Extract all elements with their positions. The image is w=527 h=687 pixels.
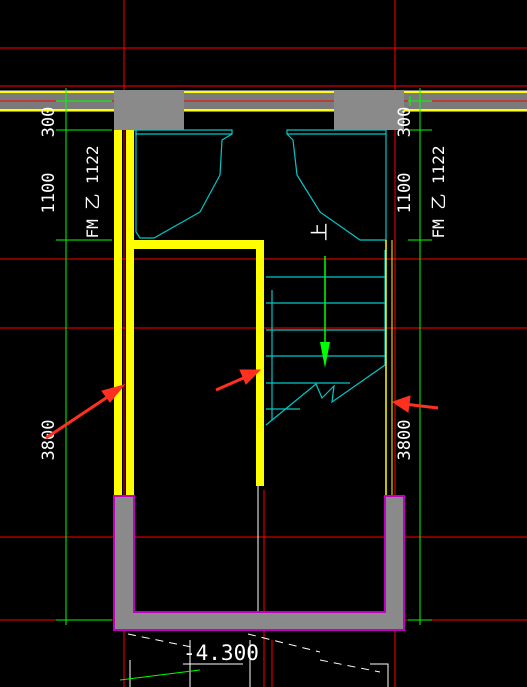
stair-direction-label: 上 xyxy=(310,223,331,241)
pillar-left xyxy=(114,90,184,130)
dim-right-top: 300 xyxy=(395,107,415,138)
bottom-wall xyxy=(113,495,405,631)
red-pointer-arrow-icon xyxy=(215,369,262,392)
dim-left-mid: 1100 xyxy=(39,173,59,214)
elevation-label: -4.300 xyxy=(183,641,259,665)
door-label-left: FM 乙 1122 xyxy=(83,145,102,238)
door-swing-right xyxy=(286,129,387,241)
cad-drawing: 300 1100 3800 300 1100 3800 FM 乙 1122 FM… xyxy=(0,0,527,687)
wall-left-inner xyxy=(126,130,134,496)
dim-right-bottom: 3800 xyxy=(395,420,415,461)
door-swing-left xyxy=(134,129,233,239)
door-label-right: FM 乙 1122 xyxy=(429,145,448,238)
red-pointer-arrow-icon xyxy=(391,395,439,413)
wall-center xyxy=(256,240,264,486)
red-pointer-arrow-icon xyxy=(45,384,126,440)
pillar-right xyxy=(334,90,404,130)
elevation-marker: -4.300 xyxy=(183,641,259,665)
dim-left-top: 300 xyxy=(39,107,59,138)
wall-landing-top xyxy=(126,240,264,249)
dim-left-bottom: 3800 xyxy=(39,420,59,461)
wall-left-outer xyxy=(114,130,122,496)
arrow-up-icon xyxy=(320,256,330,368)
dim-right-mid: 1100 xyxy=(395,173,415,214)
